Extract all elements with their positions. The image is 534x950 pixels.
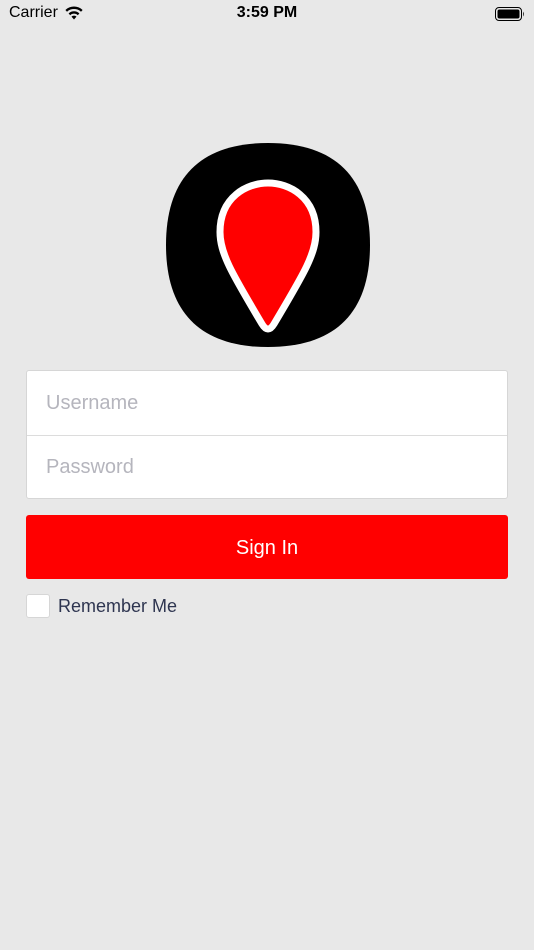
password-field-container	[27, 435, 507, 499]
username-input[interactable]	[27, 371, 507, 435]
status-time: 3:59 PM	[236, 4, 298, 21]
remember-me-label[interactable]: Remember Me	[58, 596, 177, 617]
remember-me-checkbox[interactable]	[26, 594, 50, 618]
password-input[interactable]	[27, 435, 507, 499]
sign-in-button[interactable]: Sign In	[26, 515, 508, 579]
status-bar: Carrier 3:59 PM	[0, 0, 534, 28]
login-form	[26, 370, 508, 499]
battery-icon	[495, 7, 524, 21]
username-field-container	[27, 371, 507, 435]
map-pin-logo-icon	[166, 143, 370, 347]
remember-me-row[interactable]: Remember Me	[26, 594, 177, 618]
